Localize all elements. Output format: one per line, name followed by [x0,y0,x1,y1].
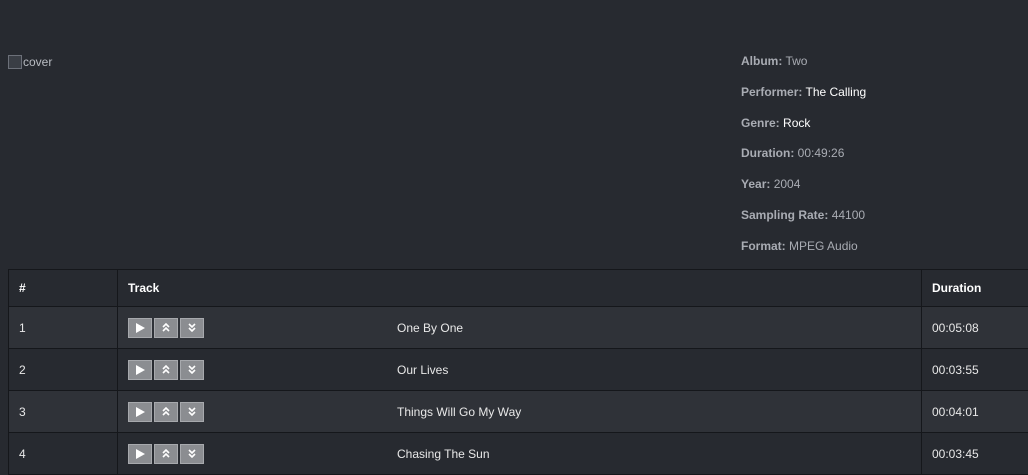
cover-alt-text: cover [23,55,52,69]
info-year: Year: 2004 [741,177,866,208]
play-icon [135,365,145,375]
album-cover-image: cover [8,55,52,69]
track-title: One By One [397,321,463,335]
header-number: # [9,270,118,307]
play-button[interactable] [128,318,152,338]
info-sampling-rate: Sampling Rate: 44100 [741,208,866,239]
play-button[interactable] [128,360,152,380]
table-row: 3 Things Will Go My Way 00:04:01 [9,391,1028,433]
header-track: Track [118,270,922,307]
track-number: 2 [9,349,118,391]
info-format: Format: MPEG Audio [741,239,866,270]
track-duration: 00:05:08 [922,307,1028,349]
info-album: Album: Two [741,54,866,85]
track-number: 4 [9,433,118,475]
double-chevron-down-icon [188,449,196,458]
move-down-button[interactable] [180,360,204,380]
double-chevron-up-icon [162,449,170,458]
track-duration: 00:04:01 [922,391,1028,433]
move-up-button[interactable] [154,360,178,380]
track-title: Chasing The Sun [397,447,490,461]
track-controls [128,360,204,380]
track-cell: Things Will Go My Way [118,391,922,433]
header-duration: Duration [922,270,1028,307]
info-genre: Genre: Rock [741,116,866,147]
track-controls [128,318,204,338]
track-controls [128,402,204,422]
double-chevron-up-icon [162,323,170,332]
play-icon [135,323,145,333]
track-duration: 00:03:55 [922,349,1028,391]
info-duration: Duration: 00:49:26 [741,146,866,177]
move-up-button[interactable] [154,444,178,464]
track-table: # Track Duration 1 One By One 00:05:08 2 [8,269,1028,475]
move-up-button[interactable] [154,402,178,422]
broken-image-icon [8,55,22,69]
double-chevron-down-icon [188,323,196,332]
track-title: Our Lives [397,363,448,377]
table-header-row: # Track Duration [9,270,1028,307]
table-row: 1 One By One 00:05:08 [9,307,1028,349]
table-row: 2 Our Lives 00:03:55 [9,349,1028,391]
move-down-button[interactable] [180,318,204,338]
album-info-panel: Album: Two Performer: The Calling Genre:… [741,54,866,270]
play-button[interactable] [128,402,152,422]
play-icon [135,449,145,459]
info-performer: Performer: The Calling [741,85,866,116]
move-down-button[interactable] [180,402,204,422]
move-up-button[interactable] [154,318,178,338]
track-cell: One By One [118,307,922,349]
track-number: 3 [9,391,118,433]
track-cell: Our Lives [118,349,922,391]
double-chevron-up-icon [162,365,170,374]
play-button[interactable] [128,444,152,464]
move-down-button[interactable] [180,444,204,464]
double-chevron-up-icon [162,407,170,416]
track-duration: 00:03:45 [922,433,1028,475]
track-controls [128,444,204,464]
track-cell: Chasing The Sun [118,433,922,475]
double-chevron-down-icon [188,407,196,416]
play-icon [135,407,145,417]
track-number: 1 [9,307,118,349]
table-row: 4 Chasing The Sun 00:03:45 [9,433,1028,475]
track-title: Things Will Go My Way [397,405,521,419]
double-chevron-down-icon [188,365,196,374]
